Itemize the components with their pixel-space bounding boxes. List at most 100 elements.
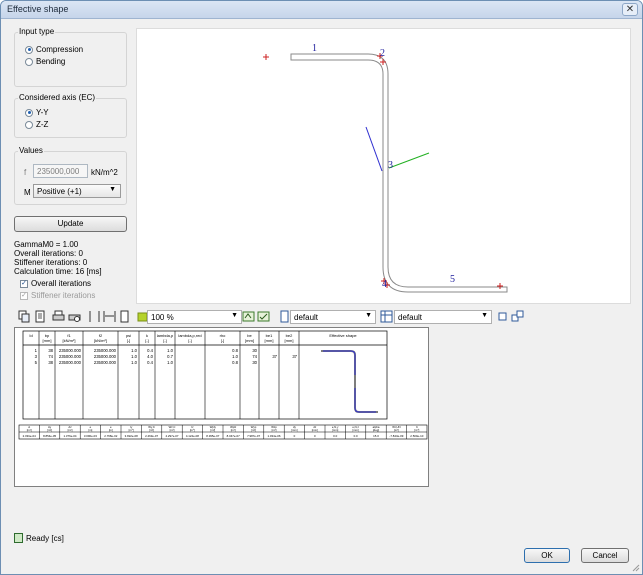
page-portrait-icon[interactable] [88, 310, 101, 323]
calculation-time-text: Calculation time: 16 [ms] [14, 267, 102, 276]
style-value-1: default [294, 313, 319, 322]
page-icon[interactable] [118, 310, 131, 323]
table-1-cell: 74 [252, 354, 257, 359]
f-value-field[interactable]: 235000,000 [33, 164, 88, 178]
table-2-header-cell: [m] [88, 428, 92, 432]
values-title: Values [18, 146, 44, 155]
effective-shape-window: Effective shape ✕ Input type Compression… [0, 0, 643, 575]
status-text: Ready [cs] [26, 533, 64, 543]
resize-grip-icon[interactable] [630, 562, 640, 572]
status-bar: Ready [cs] [14, 533, 64, 543]
refresh-check-icon[interactable] [257, 310, 270, 323]
radio-yy[interactable]: Y-Y [25, 108, 49, 117]
table-style-icon[interactable] [380, 310, 393, 323]
copy-icon[interactable] [18, 310, 31, 323]
print-icon[interactable] [52, 310, 65, 323]
table-2-header-cell: [m³] [272, 428, 277, 432]
table-2-header-cell: [m³] [251, 428, 256, 432]
radio-button[interactable] [25, 45, 33, 54]
update-button[interactable]: Update [14, 216, 127, 232]
table-1-header-cell: [mm] [43, 338, 52, 343]
shape-canvas[interactable]: 1 2 3 4 5 [136, 28, 631, 304]
ready-icon [14, 533, 23, 543]
table-1-header-cell: [-] [163, 338, 167, 343]
node-label-4: 4 [382, 279, 387, 290]
style-select-1[interactable]: default ▼ [290, 310, 376, 324]
checkbox-label: Stiffener iterations [31, 291, 96, 300]
table-1-cell: 1.0 [131, 360, 137, 365]
table-2-cell: -7.843e-09 [389, 434, 403, 438]
table-2-header-cell: [m³] [170, 428, 175, 432]
table-1-cell: 235000.000 [94, 354, 117, 359]
overall-iterations-checkbox[interactable]: ✓ Overall iterations [20, 279, 91, 288]
table-1-cell: 235000.000 [59, 348, 82, 353]
table-2-cell: 2.463e-07 [145, 434, 158, 438]
table-2-header-cell: [m²] [47, 428, 52, 432]
zoom-select[interactable]: 100 % ▼ [147, 310, 242, 324]
print-preview-icon[interactable] [68, 310, 81, 323]
table-2-cell: 3.090e-03 [84, 434, 97, 438]
style-value-2: default [398, 313, 423, 322]
close-button[interactable]: ✕ [622, 3, 638, 16]
zoom-value: 100 % [151, 313, 174, 322]
table-2-header-cell: [mm] [312, 428, 318, 432]
radio-button[interactable] [25, 120, 33, 129]
title-bar: Effective shape ✕ [1, 1, 642, 19]
grid-icon[interactable] [496, 310, 509, 323]
table-2-cell: 1.376e-04 [63, 434, 76, 438]
table-2-cell: 2.768e-02 [104, 434, 117, 438]
overall-iterations-text: Overall iterations: 0 [14, 249, 83, 258]
radio-zz[interactable]: Z-Z [25, 120, 48, 129]
table-1-header: Id bp[mm]f1[kN/m²]f2[kN/m²]psi[-]k[-]lamb… [29, 333, 357, 343]
table-1-cell: 1.0 [167, 348, 173, 353]
table-2-header-cell: [mm] [332, 428, 338, 432]
table-1-cell: 235000.000 [94, 360, 117, 365]
table-1-header-cell: [kN/m²] [94, 338, 107, 343]
table-2-cell: 4.297e-07 [165, 434, 178, 438]
table-1-cell: 30 [252, 348, 257, 353]
axis-line-blue [365, 126, 383, 172]
table-1-rows: 1 38 235000.000 235000.000 1.0 0.4 1.0 0.8 303 74… [35, 348, 298, 365]
report-preview[interactable]: Id bp [mm] f1 [kN/m²] f2 [kN/m²] psi [-] k [-] lamb… [14, 327, 429, 487]
table-1-cell: 0.4 [147, 348, 153, 353]
table-1-cell: 30 [252, 360, 257, 365]
table-1-cell: 0.8 [232, 360, 238, 365]
table-2-cell: 0.0 [354, 434, 358, 438]
ok-button[interactable]: OK [524, 548, 570, 563]
table-2-cell: 1.034e-06 [267, 434, 280, 438]
m-select-value: Positive (+1) [37, 187, 82, 196]
cancel-button[interactable]: Cancel [581, 548, 629, 563]
input-type-title: Input type [18, 27, 56, 36]
table-2-cell: 4.124e-08 [186, 434, 199, 438]
f-label: f [24, 168, 27, 177]
table-1-header-cell: [mm] [265, 338, 274, 343]
refresh-icon[interactable] [242, 310, 255, 323]
radio-compression[interactable]: Compression [25, 45, 83, 54]
axis-line-green [388, 152, 430, 169]
table-2-cell: 8.395e-07 [206, 434, 219, 438]
axis-group [14, 98, 127, 138]
table-2-header-cell: [m⁴] [190, 428, 195, 432]
axis-title: Considered axis (EC) [18, 93, 97, 102]
m-label: M [24, 188, 31, 197]
style-select-2[interactable]: default ▼ [394, 310, 492, 324]
section-shape [290, 53, 508, 293]
table-1-cell: 0.4 [147, 360, 153, 365]
table-1-cell: 0.7 [167, 354, 173, 359]
table-1-cell: 37 [292, 354, 297, 359]
checkbox-label: Overall iterations [31, 279, 92, 288]
radio-bending[interactable]: Bending [25, 57, 65, 66]
chevron-down-icon: ▼ [231, 312, 238, 319]
table-1-cell: 0.8 [232, 348, 238, 353]
table-2-cell: 8.047e-07 [227, 434, 240, 438]
settings-icon[interactable] [511, 310, 524, 323]
check-icon[interactable]: ✓ [20, 279, 28, 288]
radio-button[interactable] [25, 57, 33, 66]
export-icon[interactable] [34, 310, 47, 323]
radio-button[interactable] [25, 108, 33, 117]
table-1-cell: 38 [48, 360, 53, 365]
table-1-grid [38, 331, 300, 419]
m-select[interactable]: Positive (+1) ▼ [33, 184, 121, 198]
page-width-icon[interactable] [103, 310, 116, 323]
table-2-header-cell: [deg] [373, 428, 379, 432]
